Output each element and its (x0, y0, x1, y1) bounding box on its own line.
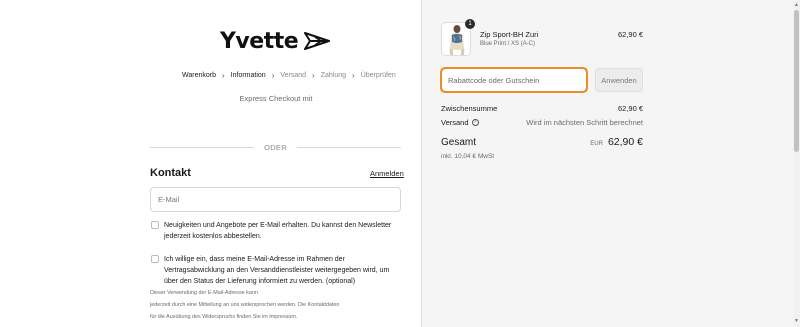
privacy-note-line: Dieser Verwendung der E-Mail-Adresse kan… (150, 290, 258, 296)
contact-title: Kontakt (150, 167, 191, 179)
chevron-right-icon: › (271, 71, 275, 80)
breadcrumb-item-ueberpruefen: Überprüfen (360, 72, 396, 79)
shipping-label-group: Versand ? (441, 118, 479, 127)
subtotal-row: Zwischensumme 62,90 € (441, 104, 643, 113)
subtotal-value: 62,90 € (617, 104, 643, 113)
divider-line (150, 147, 255, 148)
breadcrumb: Warenkorb › Information › Versand › Zahl… (182, 71, 396, 80)
total-label: Gesamt (441, 137, 477, 148)
shipping-value: Wird im nächsten Schritt berechnet (526, 118, 643, 127)
login-link[interactable]: Anmelden (370, 169, 404, 178)
quantity-badge: 1 (465, 19, 475, 29)
scrollbar-thumb[interactable] (794, 10, 799, 152)
email-field[interactable] (150, 187, 401, 212)
total-value: 62,90 € (607, 136, 643, 148)
or-divider: ODER (150, 143, 401, 152)
breadcrumb-item-zahlung: Zahlung (320, 72, 347, 79)
privacy-note: Dieser Verwendung der E-Mail-Adresse kan… (150, 287, 410, 323)
newsletter-label: Neuigkeiten und Angebote per E-Mail erha… (164, 222, 392, 240)
privacy-note-line: jederzeit durch eine Mitteilung an uns w… (150, 302, 340, 308)
product-name: Zip Sport-BH Zuri (480, 30, 539, 39)
shipping-label: Versand (441, 118, 469, 127)
chevron-right-icon: › (221, 71, 225, 80)
main-column: Yvette Warenkorb › Information › Versand… (0, 0, 421, 327)
discount-code-input[interactable] (440, 67, 588, 93)
apply-discount-button[interactable]: Anwenden (595, 68, 643, 92)
shipping-consent-option: Ich willige ein, dass meine E-Mail-Adres… (151, 254, 403, 287)
help-icon[interactable]: ? (471, 119, 479, 126)
newsletter-checkbox[interactable] (151, 221, 159, 229)
product-price: 62,90 € (617, 30, 643, 39)
shipping-consent-label: Ich willige ein, dass meine E-Mail-Adres… (164, 256, 390, 285)
brand-logo[interactable]: Yvette (220, 28, 331, 54)
chevron-right-icon: › (312, 71, 315, 80)
total-amount: EUR 62,90 € (590, 136, 643, 148)
divider-label: ODER (264, 143, 287, 152)
brand-name: Yvette (220, 28, 299, 54)
breadcrumb-item-information: Information (230, 72, 266, 79)
scroll-up-arrow-icon[interactable]: ▲ (794, 2, 799, 8)
scroll-down-arrow-icon[interactable]: ▼ (794, 318, 799, 324)
cart-line-item: 1 Zip Sport-BH Zuri Blue Print / XS (A-C… (441, 19, 643, 56)
chevron-right-icon: › (352, 71, 355, 80)
privacy-note-line: für die Ausübung des Widerspruchs finden… (150, 314, 298, 320)
subtotal-label: Zwischensumme (441, 104, 498, 113)
breadcrumb-item-warenkorb[interactable]: Warenkorb (182, 72, 216, 79)
breadcrumb-item-versand: Versand (280, 72, 307, 79)
divider-line (296, 147, 401, 148)
product-variant: Blue Print / XS (A-C) (480, 41, 536, 47)
currency-code: EUR (590, 141, 603, 147)
page-scrollbar[interactable]: ▲ ▼ (793, 0, 800, 327)
shipping-row: Versand ? Wird im nächsten Schritt berec… (441, 118, 643, 127)
tax-note: inkl. 10,04 € MwSt (441, 153, 495, 160)
newsletter-option: Neuigkeiten und Angebote per E-Mail erha… (151, 220, 403, 242)
shipping-consent-checkbox[interactable] (151, 255, 159, 263)
paper-plane-icon (304, 32, 331, 50)
